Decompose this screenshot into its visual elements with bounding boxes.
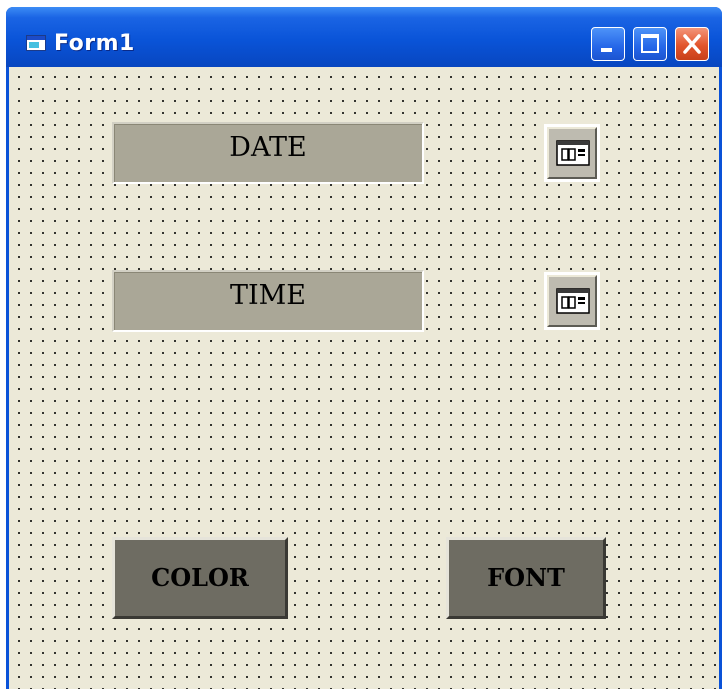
close-button[interactable]	[675, 27, 709, 61]
font-button[interactable]: FONT	[446, 537, 606, 619]
color-button[interactable]: COLOR	[112, 537, 288, 619]
date-picker-button[interactable]	[544, 124, 600, 182]
form1-window: Form1 DATE TIME COLOR FONT	[6, 7, 722, 689]
time-label: TIME	[112, 270, 424, 332]
title-bar[interactable]: Form1	[6, 7, 722, 67]
time-picker-button[interactable]	[544, 272, 600, 330]
calendar-icon	[556, 288, 590, 314]
date-label: DATE	[112, 122, 424, 184]
close-icon	[683, 34, 701, 54]
minimize-button[interactable]	[591, 27, 625, 61]
maximize-icon	[641, 34, 659, 53]
calendar-icon	[556, 140, 590, 166]
window-title: Form1	[54, 31, 135, 56]
minimize-icon	[601, 48, 612, 52]
form-client-area: DATE TIME COLOR FONT	[9, 67, 719, 689]
form-icon	[26, 35, 46, 51]
maximize-button[interactable]	[633, 27, 667, 61]
